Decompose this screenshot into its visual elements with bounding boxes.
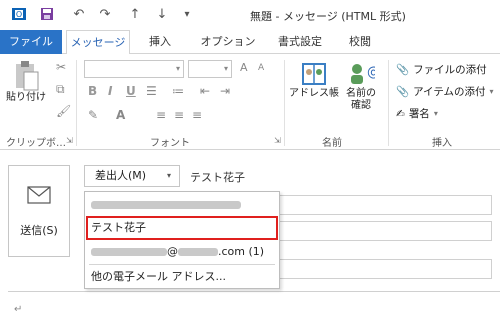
italic-icon[interactable]: I — [108, 84, 112, 98]
save-icon[interactable] — [38, 5, 56, 23]
signature-icon: ✍ — [396, 107, 405, 120]
ribbon: 貼り付け ✂ ⧉ 🖌 クリップボ… ⇲ ▾ ▾ A A B I U ☰ ≔ ⇤ … — [0, 54, 500, 150]
font-color-icon[interactable]: A — [116, 108, 125, 122]
paste-button[interactable]: 貼り付け — [6, 60, 46, 104]
email-suffix: .com (1) — [218, 245, 265, 258]
format-painter-icon[interactable]: 🖌 — [56, 104, 71, 118]
check-names-button[interactable]: @ 名前の 確認 — [340, 60, 382, 112]
email-at-sign: @ — [167, 245, 178, 258]
signature-button[interactable]: ✍ 署名 ▾ — [396, 106, 438, 121]
arrow-down-icon[interactable]: ↓ — [153, 5, 171, 23]
shrink-font-icon[interactable]: A — [258, 63, 264, 73]
attach-item-button[interactable]: 📎 アイテムの添付 ▾ — [396, 84, 494, 99]
bold-icon[interactable]: B — [88, 84, 97, 98]
from-button-label: 差出人(M) — [95, 169, 147, 182]
redacted-email — [178, 248, 218, 256]
redacted-email — [91, 248, 167, 256]
copy-icon[interactable]: ⧉ — [56, 82, 65, 97]
chevron-down-icon: ▾ — [166, 171, 171, 180]
decrease-indent-icon[interactable]: ⇤ — [200, 84, 210, 98]
group-separator — [76, 60, 77, 146]
send-label: 送信(S) — [20, 224, 58, 237]
font-launcher-icon[interactable]: ⇲ — [274, 136, 281, 145]
from-button[interactable]: 差出人(M) ▾ — [84, 165, 180, 187]
bullets-icon[interactable]: ☰ — [146, 84, 157, 98]
tab-message[interactable]: メッセージ — [66, 30, 130, 55]
send-button[interactable]: 送信(S) — [8, 165, 70, 257]
numbering-icon[interactable]: ≔ — [172, 84, 184, 98]
tab-review[interactable]: 校閲 — [340, 30, 380, 54]
address-book-button[interactable]: アドレス帳 — [289, 60, 339, 100]
tab-options[interactable]: オプション — [196, 30, 260, 54]
undo-icon[interactable]: ↶ — [70, 5, 88, 23]
align-left-icon[interactable]: ≡ — [156, 108, 166, 122]
customize-icon[interactable]: ▾ — [178, 5, 196, 23]
cut-icon[interactable]: ✂ — [56, 60, 66, 74]
other-address-label: 他の電子メール アドレス... — [91, 270, 226, 283]
chevron-down-icon: ▾ — [223, 64, 228, 73]
group-separator — [388, 60, 389, 146]
check-names-label-2: 確認 — [351, 100, 371, 111]
signature-label: 署名 — [408, 108, 430, 120]
svg-text:O: O — [16, 10, 22, 19]
group-label-font: フォント — [150, 138, 190, 149]
cc-field[interactable] — [270, 221, 492, 241]
subject-field[interactable] — [270, 259, 492, 279]
group-separator — [284, 60, 285, 146]
dropdown-item-account-1[interactable] — [85, 194, 279, 216]
group-label-include: 挿入 — [432, 138, 452, 149]
dropdown-separator — [89, 264, 275, 265]
highlight-icon[interactable]: ✎ — [88, 108, 98, 122]
to-field[interactable] — [270, 195, 492, 215]
tab-format[interactable]: 書式設定 — [268, 30, 332, 54]
check-names-label-1: 名前の — [346, 88, 376, 99]
title-bar: O ↶ ↷ ↑ ↓ ▾ 無題 - メッセージ (HTML 形式) — [0, 0, 500, 30]
group-label-clipboard: クリップボ… — [6, 138, 66, 149]
dropdown-item-account-2[interactable]: @ .com (1) — [85, 241, 279, 263]
attach-file-label: ファイルの添付 — [413, 64, 487, 76]
svg-text:@: @ — [367, 65, 375, 80]
chevron-down-icon: ▾ — [175, 64, 180, 73]
clipboard-launcher-icon[interactable]: ⇲ — [66, 136, 73, 145]
paperclip-icon: 📎 — [396, 64, 410, 76]
address-book-label: アドレス帳 — [289, 88, 339, 99]
from-name: テスト花子 — [190, 171, 245, 184]
align-right-icon[interactable]: ≡ — [192, 108, 202, 122]
align-center-icon[interactable]: ≡ — [174, 108, 184, 122]
envelope-icon — [27, 186, 51, 207]
paperclip-icon: 📎 — [396, 86, 410, 98]
arrow-up-icon[interactable]: ↑ — [126, 5, 144, 23]
attach-item-label: アイテムの添付 — [413, 86, 486, 98]
redacted-email — [91, 201, 241, 209]
outlook-logo-icon: O — [10, 5, 28, 23]
ribbon-tabs: ファイル メッセージ 挿入 オプション 書式設定 校閲 — [0, 30, 500, 55]
attach-file-button[interactable]: 📎 ファイルの添付 — [396, 62, 487, 77]
check-names-icon: @ — [351, 64, 375, 84]
font-size-box[interactable]: ▾ — [188, 60, 232, 78]
tab-file[interactable]: ファイル — [0, 30, 62, 54]
paragraph-mark-icon: ↵ — [14, 304, 23, 315]
chevron-down-icon: ▾ — [433, 109, 438, 118]
window-title: 無題 - メッセージ (HTML 形式) — [250, 10, 406, 23]
tab-insert[interactable]: 挿入 — [140, 30, 180, 54]
message-body[interactable]: ↵ — [8, 291, 500, 320]
font-name-box[interactable]: ▾ — [84, 60, 184, 78]
from-dropdown: テスト花子 @ .com (1) 他の電子メール アドレス... — [84, 191, 280, 289]
paste-icon — [16, 61, 39, 91]
group-label-names: 名前 — [322, 138, 342, 149]
redo-icon[interactable]: ↷ — [96, 5, 114, 23]
paste-label: 貼り付け — [6, 92, 46, 103]
address-book-icon — [302, 63, 326, 85]
selection-highlight — [86, 216, 278, 240]
underline-icon[interactable]: U — [126, 84, 136, 98]
chevron-down-icon: ▾ — [489, 87, 494, 96]
dropdown-item-other-address[interactable]: 他の電子メール アドレス... — [85, 266, 279, 288]
grow-font-icon[interactable]: A — [240, 61, 248, 74]
increase-indent-icon[interactable]: ⇥ — [220, 84, 230, 98]
